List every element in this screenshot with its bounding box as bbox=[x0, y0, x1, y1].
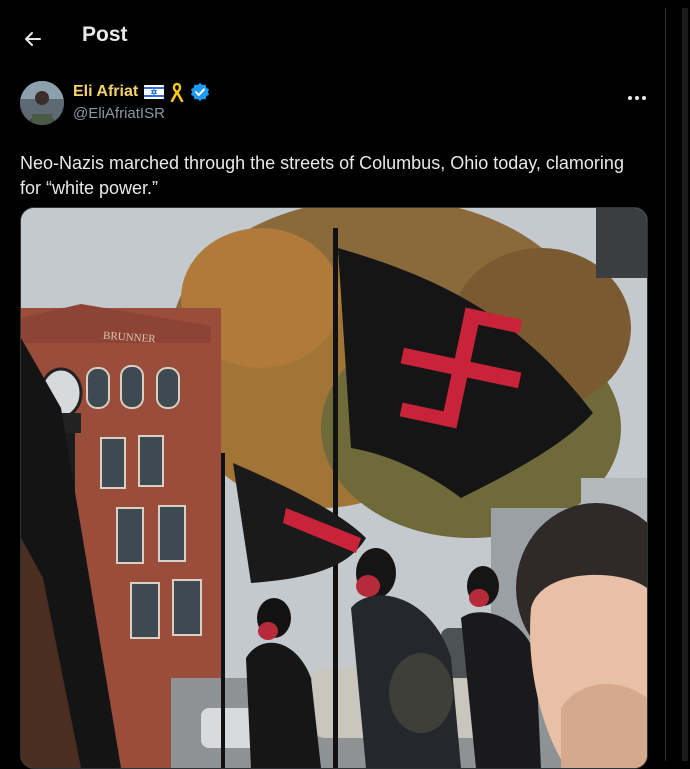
yellow-ribbon-icon bbox=[170, 82, 184, 102]
avatar-image bbox=[20, 81, 64, 125]
arrow-left-icon bbox=[25, 32, 41, 46]
scrollbar[interactable] bbox=[682, 8, 688, 761]
more-options-button[interactable] bbox=[624, 88, 650, 108]
author-name-row: Eli Afriat bbox=[73, 81, 210, 103]
march-photo: BRUNNER bbox=[21, 208, 647, 768]
avatar[interactable] bbox=[20, 81, 64, 125]
post-header: Post bbox=[0, 8, 665, 66]
post-media-photo[interactable]: BRUNNER bbox=[20, 207, 648, 769]
top-edge-strip bbox=[0, 0, 690, 8]
author-handle[interactable]: @EliAfriatISR bbox=[73, 105, 165, 122]
author-display-name[interactable]: Eli Afriat bbox=[73, 83, 138, 101]
more-dots-icon bbox=[628, 96, 646, 100]
post-column: Post Eli Afriat @EliAfriatISR Neo-Nazis … bbox=[0, 8, 666, 769]
post-text: Neo-Nazis marched through the streets of… bbox=[20, 153, 624, 198]
back-button[interactable] bbox=[16, 22, 50, 56]
page-title: Post bbox=[82, 23, 128, 46]
verified-badge-icon bbox=[191, 83, 210, 101]
israel-flag-icon bbox=[144, 85, 165, 99]
